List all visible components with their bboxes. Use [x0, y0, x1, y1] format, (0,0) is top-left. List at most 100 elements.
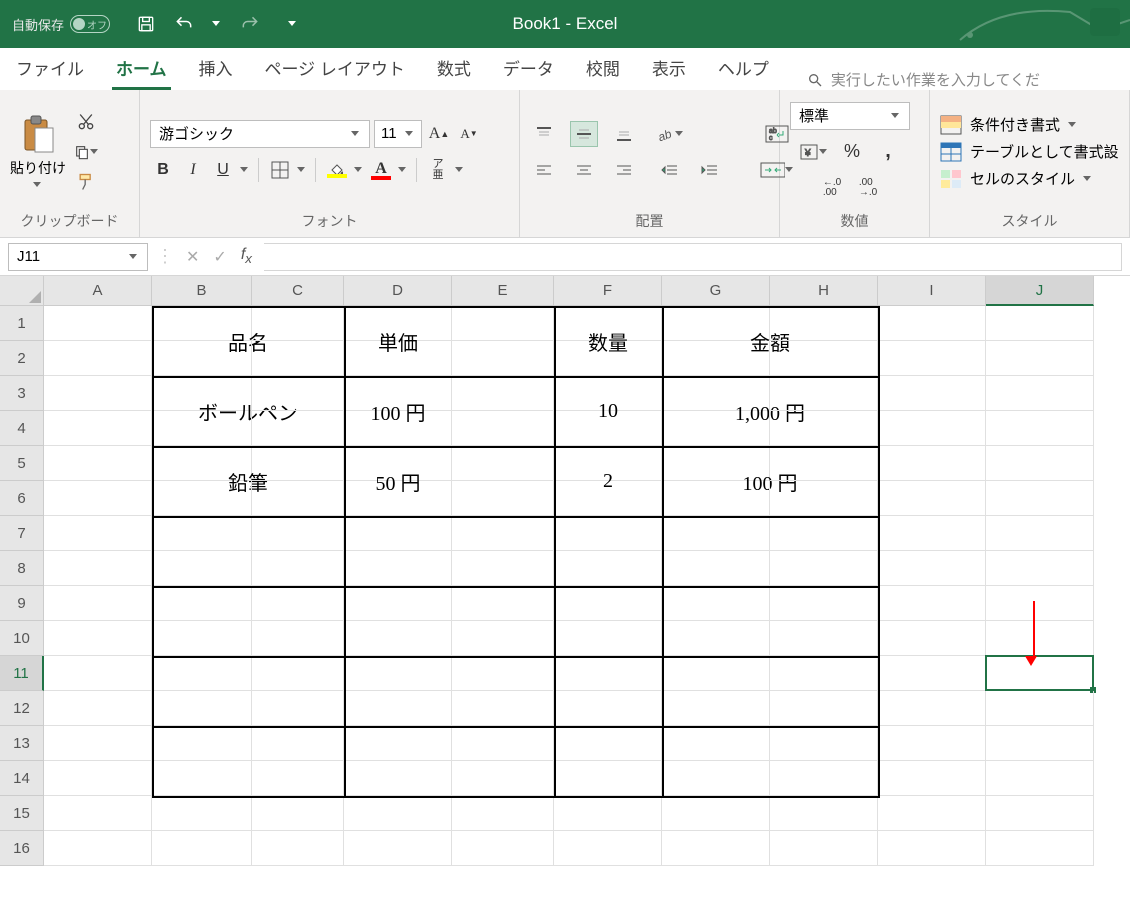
cell-A5[interactable] [44, 446, 152, 481]
cut-icon[interactable] [74, 111, 98, 133]
align-bottom-icon[interactable] [610, 121, 638, 147]
cell-C15[interactable] [252, 796, 344, 831]
cell-C10[interactable] [252, 621, 344, 656]
cell-J8[interactable] [986, 551, 1094, 586]
row-header-5[interactable]: 5 [0, 446, 44, 481]
cell-F15[interactable] [554, 796, 662, 831]
percent-format-icon[interactable]: % [839, 138, 865, 166]
borders-button[interactable] [267, 156, 293, 184]
row-header-10[interactable]: 10 [0, 621, 44, 656]
cell-C13[interactable] [252, 726, 344, 761]
cell-A9[interactable] [44, 586, 152, 621]
column-header-A[interactable]: A [44, 276, 152, 306]
cell-D6[interactable] [344, 481, 452, 516]
cell-D7[interactable] [344, 516, 452, 551]
cell-I4[interactable] [878, 411, 986, 446]
undo-dropdown-icon[interactable] [212, 19, 222, 29]
cell-H5[interactable] [770, 446, 878, 481]
save-icon[interactable] [136, 14, 156, 34]
cell-C5[interactable] [252, 446, 344, 481]
cell-styles-button[interactable]: セルのスタイル [940, 168, 1119, 189]
cell-E13[interactable] [452, 726, 554, 761]
conditional-format-button[interactable]: 条件付き書式 [940, 114, 1119, 135]
tab-insert[interactable]: 挿入 [195, 47, 237, 90]
cell-B9[interactable] [152, 586, 252, 621]
formula-input[interactable] [264, 243, 1122, 271]
cell-F4[interactable] [554, 411, 662, 446]
cell-E14[interactable] [452, 761, 554, 796]
font-color-dropdown-icon[interactable] [398, 165, 408, 175]
cell-F13[interactable] [554, 726, 662, 761]
cell-J16[interactable] [986, 831, 1094, 866]
cell-J14[interactable] [986, 761, 1094, 796]
cell-J2[interactable] [986, 341, 1094, 376]
cell-H8[interactable] [770, 551, 878, 586]
increase-decimal-icon[interactable]: ←.0.00 [819, 174, 845, 202]
cell-E2[interactable] [452, 341, 554, 376]
cell-H13[interactable] [770, 726, 878, 761]
cell-C3[interactable] [252, 376, 344, 411]
autosave-toggle[interactable]: 自動保存 オフ [0, 15, 122, 34]
cell-I6[interactable] [878, 481, 986, 516]
cell-F14[interactable] [554, 761, 662, 796]
cell-F6[interactable] [554, 481, 662, 516]
cell-J1[interactable] [986, 306, 1094, 341]
underline-dropdown-icon[interactable] [240, 165, 250, 175]
cell-H4[interactable] [770, 411, 878, 446]
cell-H14[interactable] [770, 761, 878, 796]
row-header-13[interactable]: 13 [0, 726, 44, 761]
copy-icon[interactable] [74, 141, 98, 163]
cell-I3[interactable] [878, 376, 986, 411]
tell-me-search[interactable]: 実行したい作業を入力してくだ [807, 69, 1118, 90]
increase-font-icon[interactable]: A▲ [426, 120, 452, 148]
cell-G13[interactable] [662, 726, 770, 761]
cell-I2[interactable] [878, 341, 986, 376]
cell-F8[interactable] [554, 551, 662, 586]
cell-I8[interactable] [878, 551, 986, 586]
align-middle-icon[interactable] [570, 121, 598, 147]
decrease-decimal-icon[interactable]: .00→.0 [855, 174, 881, 202]
cell-D9[interactable] [344, 586, 452, 621]
font-name-combo[interactable]: 游ゴシック [150, 120, 370, 148]
cell-E15[interactable] [452, 796, 554, 831]
column-header-I[interactable]: I [878, 276, 986, 306]
format-painter-icon[interactable] [74, 171, 98, 193]
cell-B14[interactable] [152, 761, 252, 796]
paste-icon[interactable] [19, 114, 57, 156]
cell-G9[interactable] [662, 586, 770, 621]
cell-C6[interactable] [252, 481, 344, 516]
column-header-D[interactable]: D [344, 276, 452, 306]
cell-F9[interactable] [554, 586, 662, 621]
cell-D4[interactable] [344, 411, 452, 446]
cell-F7[interactable] [554, 516, 662, 551]
cell-F1[interactable]: 数量 [554, 306, 662, 341]
cell-J3[interactable] [986, 376, 1094, 411]
cell-C11[interactable] [252, 656, 344, 691]
cell-E6[interactable] [452, 481, 554, 516]
cell-E10[interactable] [452, 621, 554, 656]
column-header-J[interactable]: J [986, 276, 1094, 306]
cell-J9[interactable] [986, 586, 1094, 621]
cell-G4[interactable] [662, 411, 770, 446]
cell-B16[interactable] [152, 831, 252, 866]
tab-view[interactable]: 表示 [648, 47, 690, 90]
cell-I1[interactable] [878, 306, 986, 341]
cell-G15[interactable] [662, 796, 770, 831]
cell-D15[interactable] [344, 796, 452, 831]
cell-H2[interactable] [770, 341, 878, 376]
enter-formula-icon[interactable]: ✓ [213, 247, 226, 267]
cell-A10[interactable] [44, 621, 152, 656]
redo-icon[interactable] [240, 14, 260, 34]
cell-C2[interactable] [252, 341, 344, 376]
cell-G3[interactable]: 1,000 円 [662, 376, 770, 411]
fill-color-button[interactable] [324, 156, 350, 184]
row-header-12[interactable]: 12 [0, 691, 44, 726]
row-header-3[interactable]: 3 [0, 376, 44, 411]
cell-D14[interactable] [344, 761, 452, 796]
cell-H15[interactable] [770, 796, 878, 831]
cancel-formula-icon[interactable]: ✕ [186, 247, 199, 267]
tab-pagelayout[interactable]: ページ レイアウト [261, 47, 409, 90]
select-all-button[interactable] [0, 276, 44, 306]
cell-J6[interactable] [986, 481, 1094, 516]
tab-data[interactable]: データ [499, 47, 558, 90]
